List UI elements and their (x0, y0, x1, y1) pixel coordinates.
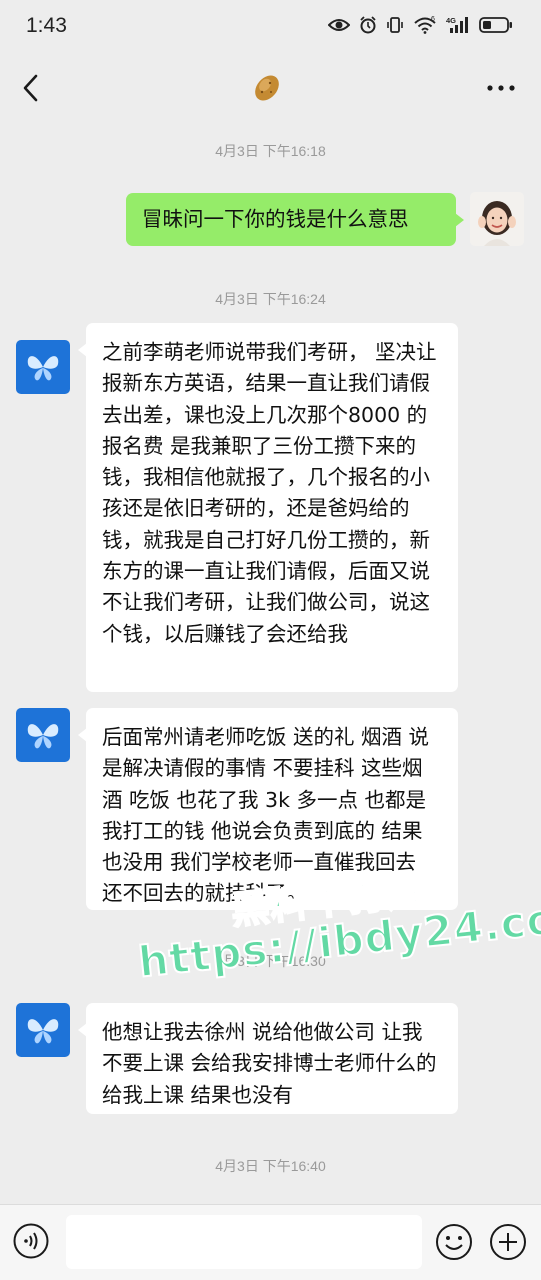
sent-message-bubble[interactable]: 冒昧问一下你的钱是什么意思 (126, 193, 464, 246)
contact-avatar[interactable] (16, 1003, 70, 1057)
status-bar: 1:43 6 4G (0, 0, 541, 56)
signal-4g-icon: 4G (446, 16, 468, 33)
contact-avatar[interactable] (16, 340, 70, 394)
contact-avatar[interactable] (16, 708, 70, 762)
butterfly-icon (16, 1003, 70, 1057)
chat-header (0, 56, 541, 120)
more-dots-icon[interactable] (483, 72, 519, 104)
status-icons: 6 4G (328, 16, 513, 34)
received-message-bubble[interactable]: 他想让我去徐州 说给他做公司 让我不要上课 会给我安排博士老师什么的给我上课 结… (78, 1003, 458, 1114)
alarm-icon (360, 16, 376, 34)
message-input-bar (0, 1204, 541, 1280)
plus-icon[interactable] (488, 1222, 528, 1262)
emoji-icon[interactable] (434, 1222, 474, 1262)
wifi-icon: 6 (414, 16, 436, 34)
wifi-badge: 6 (431, 16, 435, 23)
chevron-left-icon[interactable] (14, 70, 50, 106)
vibrate-icon (387, 17, 403, 33)
network-badge: 4G (446, 16, 456, 25)
user-photo-icon (470, 192, 524, 246)
status-time: 1:43 (26, 14, 67, 37)
message-timestamp: 4月3日 下午16:24 (215, 291, 326, 307)
butterfly-icon (16, 340, 70, 394)
my-avatar[interactable] (470, 192, 524, 246)
battery-icon (479, 17, 512, 33)
eye-icon (328, 19, 350, 31)
voice-icon[interactable] (12, 1222, 50, 1260)
received-message-bubble[interactable]: 之前李萌老师说带我们考研， 坚决让报新东方英语，结果一直让我们请假去出差，课也没… (78, 323, 458, 692)
potato-emoji-icon (255, 75, 279, 101)
message-timestamp: 4月3日 下午16:18 (215, 143, 326, 159)
message-timestamp: 4月3日 下午16:40 (215, 1158, 326, 1174)
message-input[interactable] (66, 1215, 422, 1269)
butterfly-icon (16, 708, 70, 762)
